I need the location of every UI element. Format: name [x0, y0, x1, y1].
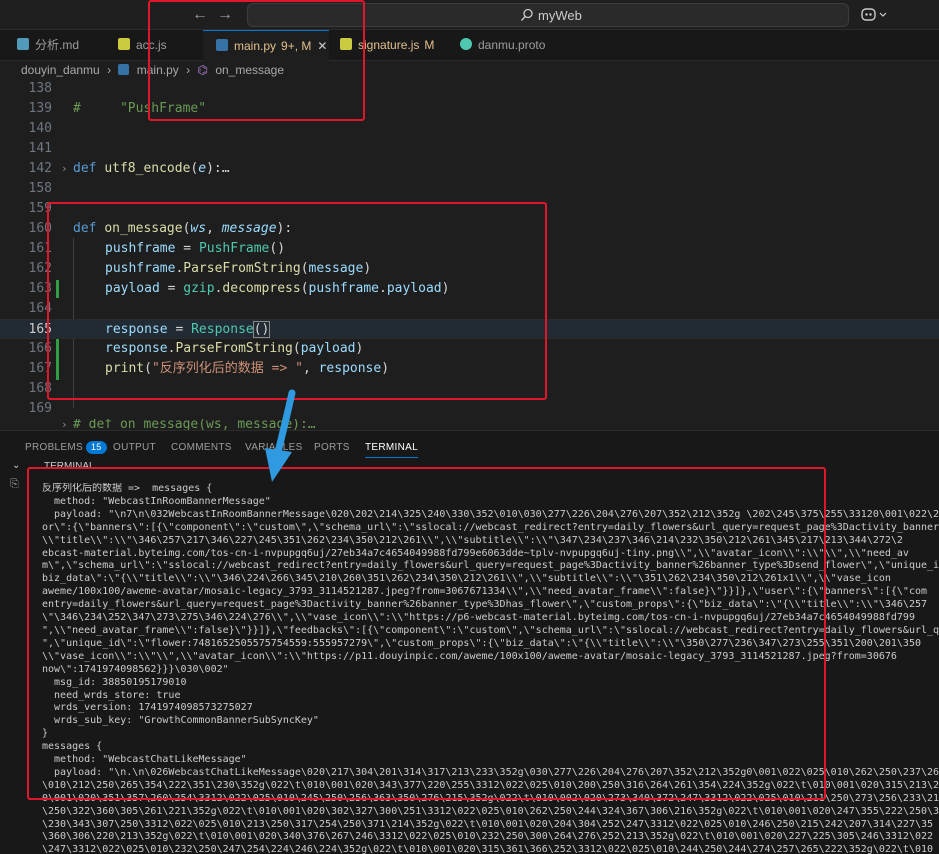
terminal-line: \010\212\250\265\354\222\351\230\352g\02… [42, 779, 939, 791]
tab-comments[interactable]: COMMENTS [171, 438, 232, 458]
close-icon[interactable]: ✕ [317, 39, 327, 53]
terminal-line: ",\\"need_avatar_frame\\":false}\"}}]},\… [42, 624, 939, 636]
problems-count-badge: 15 [85, 441, 107, 454]
terminal-line: m\",\"schema_url\":\"sslocal://webcast_r… [42, 560, 939, 572]
code-line: 164 [28, 301, 52, 316]
code-line: 162 pushframe.ParseFromString(message) [28, 261, 372, 276]
tab-output[interactable]: OUTPUT [113, 438, 156, 458]
workspace-name: myWeb [538, 8, 582, 23]
code-line: 139 # "PushFrame" [28, 101, 207, 116]
code-line: 140 [28, 121, 52, 136]
search-icon [521, 8, 533, 21]
tab-signature-js[interactable]: signature.js M [340, 30, 434, 61]
breadcrumb-folder[interactable]: douyin_danmu [21, 63, 100, 77]
terminal-line: \250\322\360\305\261\221\352g\022\t\010\… [42, 805, 939, 817]
tab-main-py[interactable]: main.py 9+, M ✕ [203, 30, 329, 61]
terminal-line: payload: "\n7\n\032WebcastInRoomBannerMe… [42, 508, 939, 520]
python-file-icon [118, 64, 130, 75]
code-line: 160 def on_message(ws, message): [28, 221, 293, 236]
terminal-line: \"\346\234\252\347\273\275\346\224\276\\… [42, 612, 915, 624]
terminal-icon[interactable]: ⎘ [10, 478, 19, 491]
breadcrumb-symbol[interactable]: on_message [215, 63, 284, 77]
terminal-line: wrds_version: 1741974098573275027 [42, 702, 253, 714]
terminal-line: entry=daily_flowers&url_query=request_pa… [42, 599, 928, 611]
code-line: 161 pushframe = PushFrame() [28, 241, 286, 256]
code-editor[interactable]: 138 139 # "PushFrame" 140 141 142 › def u… [0, 79, 939, 418]
terminal-line: ebcast-material.byteimg.com/tos-cn-i-nvp… [42, 547, 909, 559]
arrow-left-icon[interactable]: ← [189, 4, 211, 26]
tab-variables[interactable]: VARIABLES [245, 438, 303, 458]
code-line: 141 [28, 141, 52, 156]
terminal-line: payload: "\n.\n\026WebcastChatLikeMessag… [42, 766, 939, 778]
code-line: 158 [28, 181, 52, 196]
js-file-icon [118, 38, 130, 50]
terminal-line: \360\306\220\213\352g\022\t\010\001\020\… [42, 831, 934, 843]
current-code-line: 165 response = Response() [0, 319, 939, 339]
terminal-line: } [42, 728, 49, 740]
chevron-right-icon: › [186, 63, 191, 77]
terminal-line: \\"vase_icon\\":\\"\\",\\"avatar_icon\\"… [42, 650, 897, 662]
terminal-line: method: "WebcastInRoomBannerMessage" [42, 495, 271, 507]
breadcrumb-file[interactable]: main.py [137, 63, 179, 77]
terminal-line: msg_id: 38850195179010 [42, 676, 187, 688]
command-center-search[interactable]: myWeb [247, 3, 849, 27]
terminal-line: \230\343\307\250\3312\022\025\010\213\25… [42, 818, 934, 830]
terminal-line: 0\001\020\351\357\260\254\3312\022\025\0… [42, 792, 939, 804]
tab-acc-js[interactable]: acc.js [118, 30, 167, 61]
chevron-right-icon: › [107, 63, 112, 77]
markdown-file-icon [17, 38, 29, 50]
title-bar: ← → myWeb [0, 0, 939, 30]
tab-ports[interactable]: PORTS [314, 438, 350, 458]
tab-danmu-proto[interactable]: danmu.proto [460, 30, 545, 61]
breadcrumb: douyin_danmu › main.py › ⌬ on_message [0, 61, 939, 79]
terminal-section-header: TERMINAL [44, 461, 95, 472]
terminal-line: wrds_sub_key: "GrowthCommonBannerSubSync… [42, 715, 319, 727]
python-file-icon [216, 39, 228, 51]
terminal-line: need_wrds_store: true [42, 689, 181, 701]
terminal-output[interactable]: 反序列化后的数据 => messages { method: "WebcastI… [42, 483, 939, 854]
tab-terminal[interactable]: TERMINAL [365, 438, 418, 458]
fold-chevron-icon[interactable]: › [61, 419, 68, 430]
code-line: 166 response.ParseFromString(payload) [28, 341, 364, 356]
proto-file-icon [460, 38, 472, 50]
terminal-line: 反序列化后的数据 => messages { [42, 483, 213, 494]
terminal-line: now\":1741974098562}}}\030\002" [42, 663, 229, 675]
terminal-line: method: "WebcastChatLikeMessage" [42, 754, 247, 766]
terminal-line: \247\3312\022\025\010\232\250\247\254\22… [42, 844, 934, 854]
js-file-icon [340, 38, 352, 50]
code-line: 138 [28, 81, 52, 96]
code-line: 168 [28, 381, 52, 396]
editor-tabs: 分析.md acc.js main.py 9+, M ✕ signature.js M… [0, 30, 939, 61]
code-line: 159 [28, 201, 52, 216]
copilot-icon[interactable] [860, 5, 892, 25]
code-line: › # def on_message(ws, message):… [61, 419, 316, 430]
arrow-right-icon[interactable]: → [214, 4, 236, 26]
chevron-down-icon[interactable]: ⌄ [12, 460, 20, 471]
tab-analysis-md[interactable]: 分析.md [17, 30, 79, 61]
terminal-line: \\"title\\":\\"\346\257\217\346\227\245\… [42, 534, 903, 546]
code-line: 142 › def utf8_encode(e):… [0, 159, 939, 179]
method-symbol-icon: ⌬ [197, 63, 208, 77]
fold-chevron-icon[interactable]: › [61, 159, 68, 179]
tab-problems[interactable]: PROBLEMS 15 [25, 438, 107, 458]
terminal-line: biz_data\":\"{\\"title\\":\\"\346\224\26… [42, 573, 891, 585]
terminal-line: ",\"unique_id\":\"flower:748165250557575… [42, 637, 921, 649]
code-line: 167 print("反序列化后的数据 => ", response) [28, 361, 390, 376]
code-line: 163 payload = gzip.decompress(pushframe.… [28, 281, 450, 296]
terminal-line: or\":{\"banners\":[{\"component\":\"cust… [42, 521, 939, 533]
bottom-panel: PROBLEMS 15 OUTPUT COMMENTS VARIABLES POR… [0, 430, 939, 854]
terminal-line: aweme/100x100/aweme-avatar/mosaic-legacy… [42, 586, 928, 598]
terminal-line: messages { [42, 741, 103, 753]
code-line: 169 [28, 401, 52, 416]
